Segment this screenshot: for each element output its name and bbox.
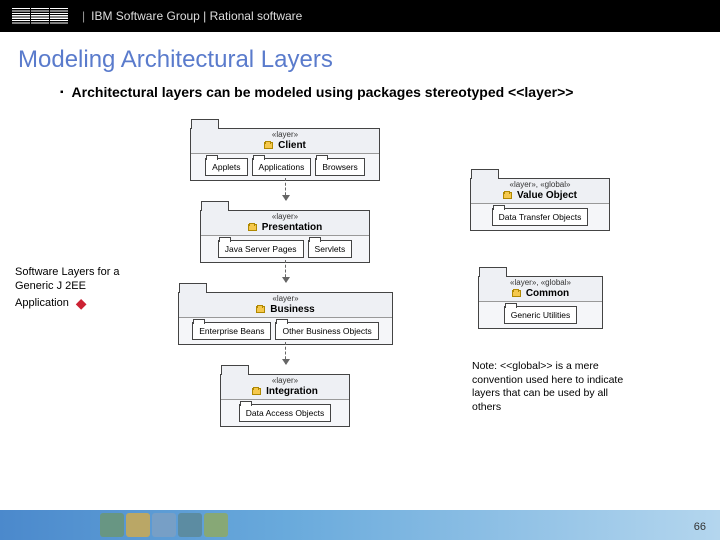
pkg-name: Value Object	[517, 190, 577, 201]
footer-decor	[100, 510, 228, 540]
pkg-name: Client	[278, 140, 306, 151]
folder-icon	[256, 306, 265, 313]
package-common: «layer», «global» Common Generic Utiliti…	[478, 276, 603, 329]
header-separator: |	[82, 9, 85, 23]
package-value-object: «layer», «global» Value Object Data Tran…	[470, 178, 610, 231]
stereo: «layer»	[272, 213, 298, 222]
diamond-icon: ◆	[72, 295, 87, 311]
inner-pkg: Java Server Pages	[218, 240, 304, 258]
package-client: «layer» Client Applets Applications Brow…	[190, 128, 380, 181]
inner-pkg: Servlets	[308, 240, 353, 258]
package-presentation: «layer» Presentation Java Server Pages S…	[200, 210, 370, 263]
header-bar: | IBM Software Group | Rational software	[0, 0, 720, 32]
arrow-icon	[285, 342, 286, 364]
bullet-point: ▪ Architectural layers can be modeled us…	[0, 84, 720, 102]
caption-left: Software Layers for a Generic J 2EE Appl…	[15, 265, 135, 312]
pkg-name: Common	[526, 288, 569, 299]
folder-icon	[264, 142, 273, 149]
arrow-icon	[285, 260, 286, 282]
bullet-text: Architectural layers can be modeled usin…	[72, 84, 574, 102]
diagram: «layer» Client Applets Applications Brow…	[60, 110, 680, 440]
inner-pkg: Browsers	[315, 158, 364, 176]
bullet-marker-icon: ▪	[60, 84, 64, 102]
stereo: «layer»	[272, 131, 298, 140]
note-right: Note: <<global>> is a mere convention us…	[472, 360, 637, 415]
inner-pkg: Data Transfer Objects	[492, 208, 589, 226]
inner-pkg: Applets	[205, 158, 247, 176]
stereo: «layer»	[272, 295, 298, 304]
caption-text: Software Layers for a Generic J 2EE Appl…	[15, 266, 120, 309]
package-business: «layer» Business Enterprise Beans Other …	[178, 292, 393, 345]
pkg-name: Business	[270, 304, 314, 315]
inner-pkg: Generic Utilities	[504, 306, 578, 324]
pkg-name: Integration	[266, 386, 318, 397]
inner-pkg: Applications	[252, 158, 312, 176]
stereo: «layer», «global»	[510, 279, 571, 288]
arrow-icon	[285, 178, 286, 200]
package-integration: «layer» Integration Data Access Objects	[220, 374, 350, 427]
stereo: «layer»	[272, 377, 298, 386]
ibm-logo-icon	[12, 8, 68, 24]
inner-pkg: Enterprise Beans	[192, 322, 271, 340]
inner-pkg: Data Access Objects	[239, 404, 331, 422]
folder-icon	[512, 290, 521, 297]
pkg-name: Presentation	[262, 222, 323, 233]
folder-icon	[248, 224, 257, 231]
inner-pkg: Other Business Objects	[275, 322, 378, 340]
page-number: 66	[694, 521, 706, 533]
header-text: IBM Software Group | Rational software	[91, 9, 302, 23]
footer-bar	[0, 510, 720, 540]
folder-icon	[252, 388, 261, 395]
stereo: «layer», «global»	[510, 181, 571, 190]
folder-icon	[503, 192, 512, 199]
slide-title: Modeling Architectural Layers	[0, 32, 720, 84]
